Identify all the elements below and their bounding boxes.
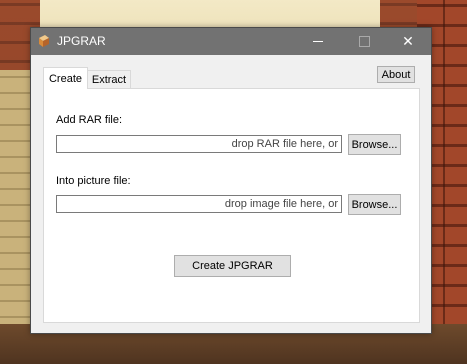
- rar-file-label: Add RAR file:: [56, 114, 123, 126]
- app-icon: [37, 34, 51, 48]
- image-file-input[interactable]: drop image file here, or: [56, 195, 342, 213]
- maximize-button[interactable]: [341, 28, 387, 55]
- rar-file-input[interactable]: drop RAR file here, or: [56, 135, 342, 153]
- create-jpgrar-button[interactable]: Create JPGRAR: [174, 255, 291, 277]
- maximize-icon: [358, 36, 370, 47]
- about-button[interactable]: About: [377, 66, 415, 83]
- tab-create[interactable]: Create: [43, 67, 88, 89]
- image-browse-button[interactable]: Browse...: [348, 194, 401, 215]
- rar-browse-button[interactable]: Browse...: [348, 134, 401, 155]
- window-title: JPGRAR: [57, 34, 106, 48]
- close-button[interactable]: ✕: [385, 28, 431, 55]
- jpgrar-window: JPGRAR ✕ About Create Extract Add RAR fi…: [30, 27, 432, 334]
- minimize-icon: [313, 41, 323, 42]
- image-file-label: Into picture file:: [56, 175, 131, 187]
- minimize-button[interactable]: [295, 28, 341, 55]
- title-bar[interactable]: JPGRAR ✕: [31, 28, 431, 55]
- tab-extract[interactable]: Extract: [87, 70, 131, 89]
- close-icon: ✕: [402, 33, 414, 50]
- create-tab-panel: Add RAR file: drop RAR file here, or Bro…: [43, 88, 420, 323]
